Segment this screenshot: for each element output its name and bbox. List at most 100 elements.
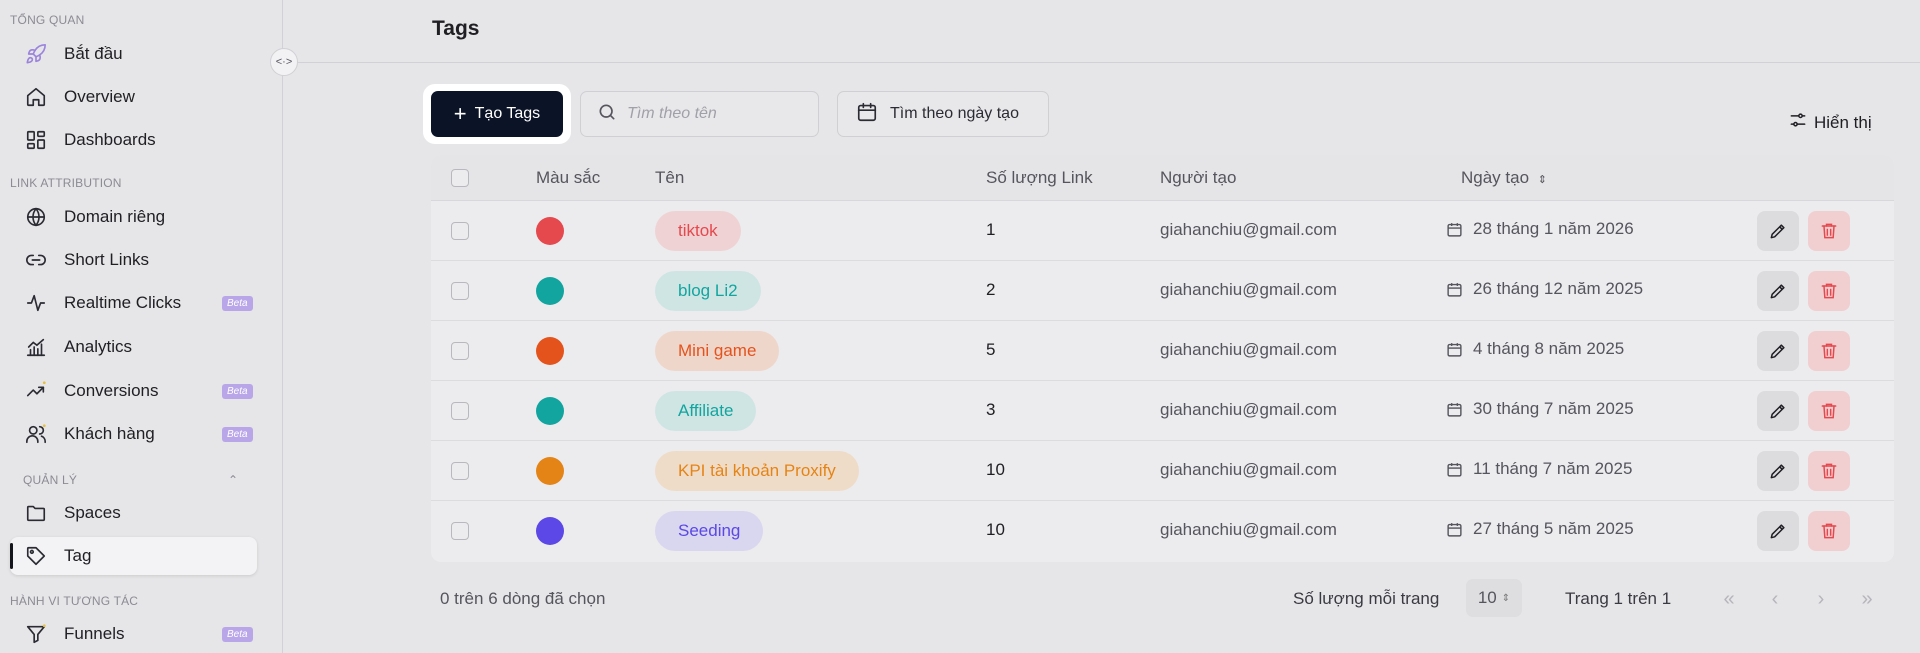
- trash-icon: [1821, 283, 1837, 299]
- chevron-up-icon[interactable]: ⌃: [228, 473, 238, 487]
- next-page-button[interactable]: ›: [1808, 586, 1834, 612]
- tag-pill[interactable]: Affiliate: [655, 391, 757, 431]
- rocket-icon: [24, 42, 48, 66]
- row-checkbox[interactable]: [451, 282, 469, 300]
- tag-pill[interactable]: Seeding: [655, 511, 764, 551]
- calendar-icon: [856, 101, 890, 128]
- rows-per-page-select[interactable]: 10 ⇕: [1466, 579, 1522, 617]
- created-date-text: 27 tháng 5 năm 2025: [1473, 519, 1634, 538]
- edit-button[interactable]: [1757, 391, 1799, 431]
- sidebar-item-domain[interactable]: Domain riêng: [10, 198, 257, 236]
- edit-button[interactable]: [1757, 511, 1799, 551]
- column-header-color: Màu sắc: [536, 168, 601, 187]
- first-page-button[interactable]: «: [1716, 586, 1742, 612]
- beta-badge: Beta: [222, 295, 253, 311]
- sidebar-item-label: Tag: [64, 546, 92, 565]
- tag-color-dot: [536, 217, 564, 245]
- created-date: 28 tháng 1 năm 2026: [1446, 219, 1634, 239]
- sidebar-item-realtime-clicks[interactable]: Realtime Clicks Beta: [10, 284, 257, 322]
- sidebar-item-dashboards[interactable]: Dashboards: [10, 121, 257, 159]
- row-checkbox[interactable]: [451, 222, 469, 240]
- search-box[interactable]: [580, 91, 819, 137]
- filter-icon: [24, 622, 48, 646]
- sidebar-item-label: Funnels: [64, 624, 125, 643]
- creator-email: giahanchiu@gmail.com: [1160, 400, 1337, 419]
- sidebar-item-label: Khách hàng: [64, 424, 155, 443]
- date-filter-label: Tìm theo ngày tạo: [890, 105, 1019, 122]
- pencil-icon: [1770, 464, 1785, 479]
- sidebar-collapse-toggle[interactable]: <·>: [270, 48, 298, 76]
- pencil-icon: [1770, 524, 1785, 539]
- sidebar-item-short-links[interactable]: Short Links: [10, 241, 257, 279]
- creator-email: giahanchiu@gmail.com: [1160, 460, 1337, 479]
- display-options-button[interactable]: Hiển thị: [1788, 110, 1872, 135]
- delete-button[interactable]: [1808, 511, 1850, 551]
- table-row: Seeding 10 giahanchiu@gmail.com 27 tháng…: [431, 501, 1894, 561]
- create-tag-button[interactable]: + Tạo Tags: [431, 91, 563, 137]
- search-input[interactable]: [627, 105, 817, 123]
- edit-button[interactable]: [1757, 211, 1799, 251]
- search-icon: [597, 102, 617, 127]
- delete-button[interactable]: [1808, 391, 1850, 431]
- delete-button[interactable]: [1808, 331, 1850, 371]
- sidebar-item-overview[interactable]: Overview: [10, 78, 257, 116]
- sidebar-item-start[interactable]: Bắt đầu: [10, 35, 257, 73]
- row-checkbox[interactable]: [451, 342, 469, 360]
- edit-button[interactable]: [1757, 331, 1799, 371]
- tag-pill[interactable]: blog Li2: [655, 271, 761, 311]
- sidebar-item-label: Realtime Clicks: [64, 293, 182, 312]
- date-filter-button[interactable]: Tìm theo ngày tạo: [837, 91, 1049, 137]
- trash-icon: [1821, 463, 1837, 479]
- tag-pill[interactable]: Mini game: [655, 331, 780, 371]
- tag-color-dot: [536, 397, 564, 425]
- creator-email: giahanchiu@gmail.com: [1160, 340, 1337, 359]
- prev-page-button[interactable]: ‹: [1762, 586, 1788, 612]
- table-row: Affiliate 3 giahanchiu@gmail.com 30 thán…: [431, 381, 1894, 441]
- tag-color-dot: [536, 517, 564, 545]
- column-header-link-count: Số lượng Link: [986, 168, 1093, 187]
- page-info: Trang 1 trên 1: [1565, 589, 1672, 608]
- table-row: blog Li2 2 giahanchiu@gmail.com 26 tháng…: [431, 261, 1894, 321]
- link-count: 1: [986, 220, 996, 239]
- trash-icon: [1821, 523, 1837, 539]
- last-page-button[interactable]: »: [1854, 586, 1880, 612]
- edit-button[interactable]: [1757, 271, 1799, 311]
- tag-color-dot: [536, 457, 564, 485]
- sliders-icon: [1788, 110, 1814, 135]
- beta-badge: Beta: [222, 383, 253, 399]
- sidebar-item-label: Short Links: [64, 250, 150, 269]
- created-date: 4 tháng 8 năm 2025: [1446, 339, 1624, 359]
- column-header-created-at[interactable]: Ngày tạo ⇕: [1461, 168, 1547, 188]
- sidebar-item-label: Dashboards: [64, 130, 156, 149]
- row-checkbox[interactable]: [451, 522, 469, 540]
- tag-pill[interactable]: tiktok: [655, 211, 741, 251]
- section-label-management: QUẢN LÝ: [23, 473, 78, 487]
- sidebar-item-funnels[interactable]: Funnels Beta: [10, 615, 257, 653]
- sidebar-item-analytics[interactable]: Analytics: [10, 328, 257, 366]
- sidebar-item-spaces[interactable]: Spaces: [10, 494, 257, 532]
- sidebar-item-tag[interactable]: Tag: [10, 537, 257, 575]
- tag-color-dot: [536, 337, 564, 365]
- tag-pill[interactable]: KPI tài khoản Proxify: [655, 451, 859, 491]
- link-icon: [24, 248, 48, 272]
- delete-button[interactable]: [1808, 451, 1850, 491]
- created-date: 11 tháng 7 năm 2025: [1446, 459, 1632, 479]
- users-icon: [24, 422, 48, 446]
- sidebar-item-customers[interactable]: Khách hàng Beta: [10, 415, 257, 453]
- table-row: Mini game 5 giahanchiu@gmail.com 4 tháng…: [431, 321, 1894, 381]
- created-date: 30 tháng 7 năm 2025: [1446, 399, 1634, 419]
- calendar-icon: [1447, 402, 1462, 417]
- row-checkbox[interactable]: [451, 462, 469, 480]
- row-checkbox[interactable]: [451, 402, 469, 420]
- delete-button[interactable]: [1808, 211, 1850, 251]
- sidebar-item-label: Domain riêng: [64, 207, 166, 226]
- beta-badge: Beta: [222, 426, 253, 442]
- delete-button[interactable]: [1808, 271, 1850, 311]
- select-all-checkbox[interactable]: [451, 169, 469, 187]
- table-row: KPI tài khoản Proxify 10 giahanchiu@gmai…: [431, 441, 1894, 501]
- sidebar-item-conversions[interactable]: Conversions Beta: [10, 372, 257, 410]
- sidebar-item-label: Overview: [64, 87, 135, 106]
- dashboard-icon: [24, 128, 48, 152]
- edit-button[interactable]: [1757, 451, 1799, 491]
- link-count: 5: [986, 340, 996, 359]
